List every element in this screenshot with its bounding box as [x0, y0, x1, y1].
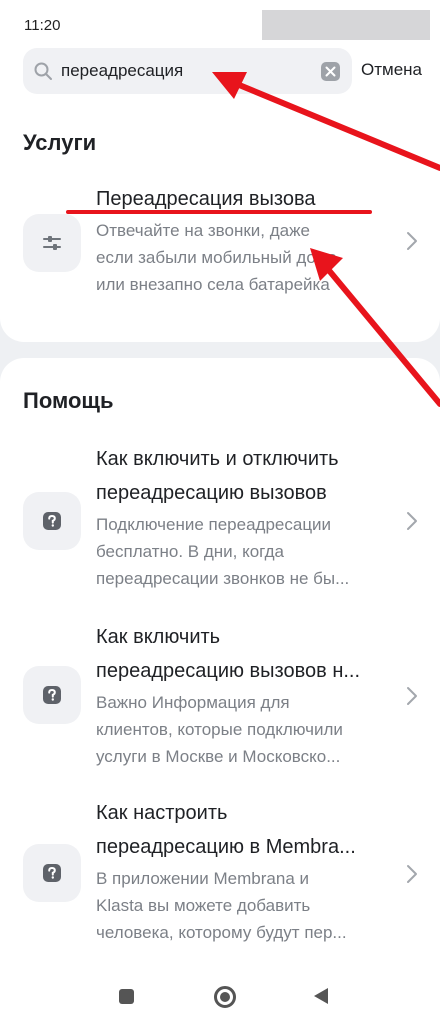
recent-apps-icon[interactable] — [119, 989, 134, 1004]
home-icon[interactable] — [214, 986, 236, 1008]
section-title-help: Помощь — [23, 388, 114, 413]
help-item-title: Как настроить переадресацию в Membra... — [96, 802, 356, 858]
help-item-title: Как включить и отключить переадресацию в… — [96, 448, 339, 504]
search-icon — [34, 62, 52, 80]
chevron-right-icon — [407, 232, 417, 250]
service-icon — [23, 214, 81, 272]
help-item-description: Важно Информация для клиентов, которые п… — [96, 693, 343, 766]
help-item[interactable]: Как включить и отключить переадресацию в… — [0, 442, 440, 606]
section-title-services: Услуги — [23, 130, 97, 155]
help-item-icon — [23, 844, 81, 902]
system-nav-bar — [0, 970, 440, 1024]
question-icon — [43, 864, 61, 882]
redacted-status-area — [262, 10, 430, 40]
cancel-button[interactable]: Отмена — [361, 60, 422, 80]
services-card: Услуги Переадресация вызова Отвечайте на… — [0, 108, 440, 342]
help-item-icon — [23, 666, 81, 724]
search-input[interactable]: переадресация — [23, 48, 352, 94]
help-item[interactable]: Как настроить переадресацию в Membra... … — [0, 796, 440, 960]
clear-icon[interactable] — [321, 62, 340, 81]
help-item-icon — [23, 492, 81, 550]
chevron-right-icon — [407, 512, 417, 530]
search-query-text[interactable]: переадресация — [61, 61, 183, 81]
chevron-right-icon — [407, 687, 417, 705]
help-item-title: Как включить переадресацию вызовов н... — [96, 626, 361, 682]
service-item-call-forwarding[interactable]: Переадресация вызова Отвечайте на звонки… — [0, 180, 440, 310]
status-bar: 11:20 — [0, 0, 440, 48]
question-icon — [43, 512, 61, 530]
help-item-description: В приложении Membrana и Klasta вы можете… — [96, 869, 347, 942]
help-item-description: Подключение переадресации бесплатно. В д… — [96, 515, 350, 588]
help-card: Помощь Как включить и отключить переадре… — [0, 358, 440, 970]
back-icon[interactable] — [313, 987, 329, 1005]
status-time: 11:20 — [24, 17, 61, 34]
service-item-description: Отвечайте на звонки, даже если забыли мо… — [96, 221, 337, 294]
help-item[interactable]: Как включить переадресацию вызовов н... … — [0, 620, 440, 784]
chevron-right-icon — [407, 865, 417, 883]
search-area: переадресация Отмена — [0, 48, 440, 108]
question-icon — [43, 686, 61, 704]
sliders-icon — [43, 236, 61, 250]
service-item-title: Переадресация вызова — [96, 188, 316, 210]
